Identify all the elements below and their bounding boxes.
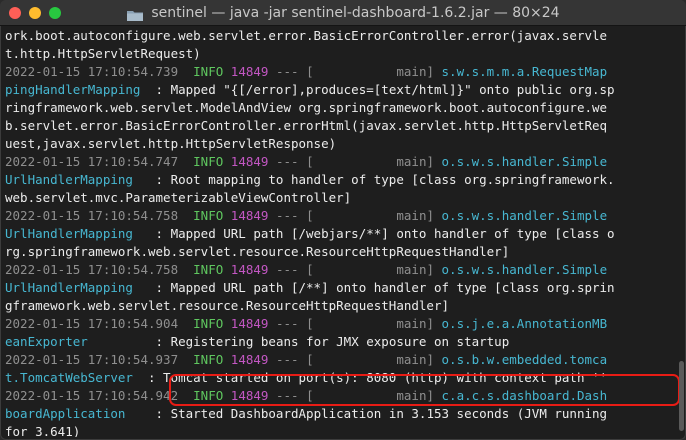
terminal-line: 2022-01-15 17:10:54.904 INFO 14849 --- [… (5, 315, 675, 333)
scrollbar[interactable] (679, 30, 684, 435)
terminal-text-segment: ork.boot.autoconfigure.web.servlet.error… (5, 28, 608, 43)
terminal-text-segment: o.s.w.s.handler.Simple (441, 154, 608, 169)
terminal-text-segment: --- [ main] (268, 154, 442, 169)
terminal-text-segment: 14849 (230, 352, 269, 367)
terminal-text-segment: : Root mapping to handler of type [class… (132, 172, 615, 187)
terminal-line: ringframework.web.servlet.ModelAndView o… (5, 99, 675, 117)
terminal-text-segment: 2022-01-15 17:10:54.758 (5, 262, 194, 277)
terminal-text-segment: --- [ main] (268, 208, 442, 223)
terminal-text-segment: UrlHandlerMapping (5, 172, 133, 187)
terminal-text-segment: 14849 (230, 64, 269, 79)
terminal-text-segment: : Started DashboardApplication in 3.153 … (125, 406, 608, 421)
terminal-text-segment: : Registering beans for JMX exposure on … (87, 334, 510, 349)
terminal-text-segment: INFO (193, 154, 224, 169)
title-bar: sentinel — java -jar sentinel-dashboard-… (0, 0, 686, 26)
terminal-text-segment: INFO (193, 64, 224, 79)
terminal-line: uest,javax.servlet.http.HttpServletRespo… (5, 135, 675, 153)
terminal-line: 2022-01-15 17:10:54.758 INFO 14849 --- [… (5, 207, 675, 225)
terminal-line: 2022-01-15 17:10:54.747 INFO 14849 --- [… (5, 153, 675, 171)
terminal-text-segment: 14849 (230, 208, 269, 223)
terminal-text-segment: UrlHandlerMapping (5, 280, 133, 295)
terminal-text-segment: 2022-01-15 17:10:54.739 (5, 64, 194, 79)
terminal-line: ork.boot.autoconfigure.web.servlet.error… (5, 27, 675, 45)
highlight-annotation (169, 374, 680, 406)
terminal-text-segment: t.http.HttpServletRequest) (5, 46, 201, 61)
terminal-text-segment: pingHandlerMapping (5, 82, 141, 97)
terminal-text-segment: gframework.web.servlet.resource.Resource… (5, 298, 450, 313)
terminal-text-segment: --- [ main] (268, 64, 442, 79)
terminal-text-segment: 14849 (230, 262, 269, 277)
terminal-line: b.servlet.error.BasicErrorController.err… (5, 117, 675, 135)
terminal-text-segment: 2022-01-15 17:10:54.942 (5, 388, 194, 403)
terminal-text-segment: eanExporter (5, 334, 88, 349)
terminal-line: UrlHandlerMapping : Mapped URL path [/**… (5, 279, 675, 297)
terminal-text-segment: 14849 (230, 154, 269, 169)
terminal-line: 2022-01-15 17:10:54.739 INFO 14849 --- [… (5, 63, 675, 81)
terminal-text-segment: o.s.w.s.handler.Simple (441, 208, 608, 223)
terminal-line: UrlHandlerMapping : Mapped URL path [/we… (5, 225, 675, 243)
terminal-line: 2022-01-15 17:10:54.758 INFO 14849 --- [… (5, 261, 675, 279)
terminal-text-segment: 2022-01-15 17:10:54.937 (5, 352, 194, 367)
terminal-text-segment: for 3.641) (5, 424, 81, 437)
terminal-text-segment: web.servlet.mvc.ParameterizableViewContr… (5, 190, 352, 205)
terminal-text-segment: 2022-01-15 17:10:54.904 (5, 316, 194, 331)
terminal-text-segment: INFO (193, 262, 224, 277)
terminal-text-segment: s.w.s.m.m.a.RequestMap (441, 64, 608, 79)
terminal-text-segment: 14849 (230, 316, 269, 331)
terminal-line: boardApplication : Started DashboardAppl… (5, 405, 675, 423)
terminal-text-segment: : Mapped "{[/error],produces=[text/html]… (140, 82, 615, 97)
terminal-text-segment: UrlHandlerMapping (5, 226, 133, 241)
terminal-text-segment: t.TomcatWebServer (5, 370, 133, 385)
terminal-text-segment: b.servlet.error.BasicErrorController.err… (5, 118, 608, 133)
terminal-text-segment: --- [ main] (268, 262, 442, 277)
terminal-text-segment: : Mapped URL path [/**] onto handler of … (132, 280, 615, 295)
terminal-line: for 3.641) (5, 423, 675, 437)
folder-icon (126, 7, 144, 21)
terminal-text-segment: : Mapped URL path [/webjars/**] onto han… (132, 226, 615, 241)
terminal-text-segment: INFO (193, 352, 224, 367)
terminal-line: t.http.HttpServletRequest) (5, 45, 675, 63)
terminal-line: 2022-01-15 17:10:54.937 INFO 14849 --- [… (5, 351, 675, 369)
terminal-text-segment: ringframework.web.servlet.ModelAndView o… (5, 100, 608, 115)
terminal-text-segment: o.s.j.e.a.AnnotationMB (441, 316, 608, 331)
terminal-text-segment: o.s.w.s.handler.Simple (441, 262, 608, 277)
terminal-text-segment: o.s.b.w.embedded.tomca (441, 352, 608, 367)
terminal-text-segment: --- [ main] (268, 352, 442, 367)
terminal-line: pingHandlerMapping : Mapped "{[/error],p… (5, 81, 675, 99)
terminal-text-segment: uest,javax.servlet.http.HttpServletRespo… (5, 136, 337, 151)
window-title-group: sentinel — java -jar sentinel-dashboard-… (0, 0, 686, 26)
terminal-line: eanExporter : Registering beans for JMX … (5, 333, 675, 351)
terminal-text-segment: 2022-01-15 17:10:54.747 (5, 154, 194, 169)
terminal-text-segment: rg.springframework.web.servlet.resource.… (5, 244, 510, 259)
terminal-line: gframework.web.servlet.resource.Resource… (5, 297, 675, 315)
terminal-line: web.servlet.mvc.ParameterizableViewContr… (5, 189, 675, 207)
terminal-text-segment: 2022-01-15 17:10:54.758 (5, 208, 194, 223)
terminal-line: rg.springframework.web.servlet.resource.… (5, 243, 675, 261)
window-title: sentinel — java -jar sentinel-dashboard-… (151, 5, 560, 21)
terminal-window: sentinel — java -jar sentinel-dashboard-… (0, 0, 686, 440)
terminal-text-segment: --- [ main] (268, 316, 442, 331)
terminal-line: UrlHandlerMapping : Root mapping to hand… (5, 171, 675, 189)
terminal-text-segment: INFO (193, 316, 224, 331)
scrollbar-thumb[interactable] (679, 361, 684, 431)
terminal-text-segment: boardApplication (5, 406, 126, 421)
terminal-text-segment: INFO (193, 208, 224, 223)
